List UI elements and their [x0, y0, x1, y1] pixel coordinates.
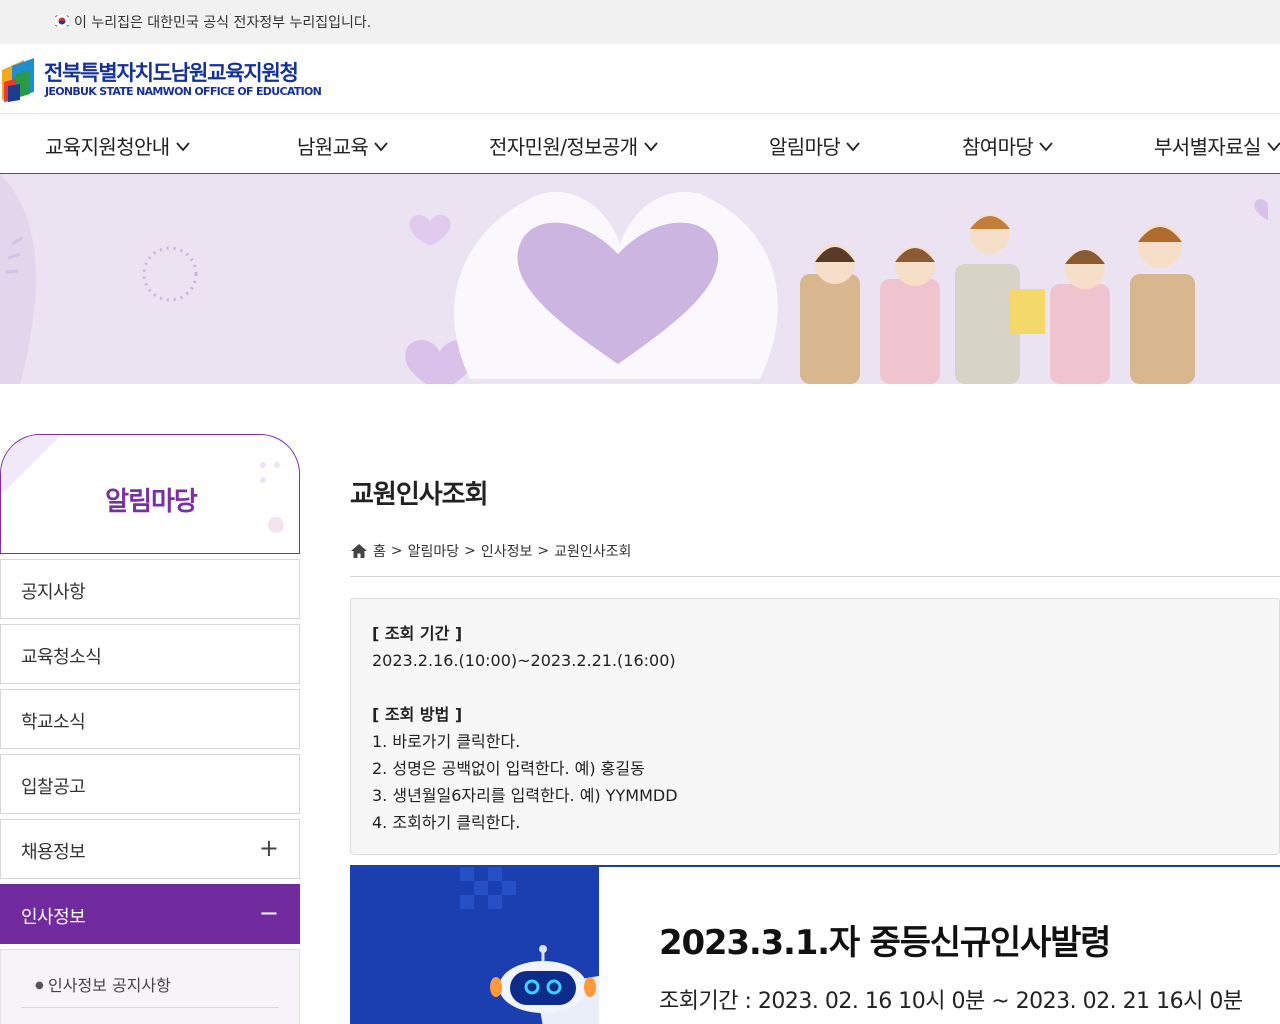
logo-english-text: JEONBUK STATE NAMWON OFFICE OF EDUCATION	[45, 85, 322, 98]
breadcrumb-separator: >	[464, 543, 476, 559]
gnb-item-label: 알림마당	[769, 135, 841, 159]
logo-mark-icon	[2, 58, 34, 102]
side-nav-item-bids[interactable]: 입찰공고	[0, 754, 300, 814]
method-step: 2. 성명은 공백없이 입력한다. 예) 홍길동	[372, 759, 645, 778]
notice-period: 조회기간 : 2023. 02. 16 10시 0분 ~ 2023. 02. 2…	[659, 989, 1243, 1014]
personnel-notice-card[interactable]: 2023.3.1.자 중등신규인사발령 조회기간 : 2023. 02. 16 …	[350, 865, 1280, 1024]
method-step: 3. 생년월일6자리를 입력한다. 예) YYMMDD	[372, 786, 678, 805]
side-nav-item-personnel[interactable]: 인사정보 −	[0, 884, 300, 944]
robot-illustration	[350, 867, 599, 1024]
global-nav: 교육지원청안내 남원교육 전자민원/정보공개 알림마당 참여마당 부서별자료실	[0, 115, 1280, 174]
method-step: 4. 조회하기 클릭한다.	[372, 813, 521, 832]
chevron-down-icon	[175, 141, 190, 151]
side-nav-item-label: 학교소식	[21, 712, 86, 733]
method-step: 1. 바로가기 클릭한다.	[372, 732, 521, 751]
gov-banner: 이 누리집은 대한민국 공식 전자정부 누리집입니다.	[0, 0, 1280, 44]
banner-illustration	[0, 174, 1280, 384]
breadcrumb-separator: >	[390, 543, 403, 559]
gnb-item-namwon-education[interactable]: 남원교육	[297, 131, 390, 160]
inquiry-info-box: [ 조회 기간 ] 2023.2.16.(10:00)~2023.2.21.(1…	[350, 598, 1280, 855]
period-heading: [ 조회 기간 ]	[372, 624, 463, 643]
period-value: 2023.2.16.(10:00)~2023.2.21.(16:00)	[372, 651, 676, 670]
side-nav-header: 알림마당	[0, 434, 300, 554]
chevron-down-icon	[643, 141, 658, 151]
expand-plus-icon[interactable]: +	[259, 834, 279, 862]
side-nav-title: 알림마당	[105, 487, 198, 517]
breadcrumb-item-home[interactable]: 홈	[373, 541, 386, 561]
breadcrumb-item-personnel[interactable]: 인사정보	[481, 541, 533, 561]
page-title: 교원인사조회	[350, 480, 489, 510]
side-nav-item-label: 입찰공고	[21, 777, 86, 798]
side-nav-item-label: 공지사항	[21, 582, 86, 603]
side-nav-item-school-news[interactable]: 학교소식	[0, 689, 300, 749]
gnb-item-label: 남원교육	[297, 135, 369, 159]
bullet-icon: ●	[35, 980, 44, 991]
gnb-item-participation[interactable]: 참여마당	[962, 131, 1055, 160]
breadcrumb-separator: >	[537, 543, 550, 559]
method-heading: [ 조회 방법 ]	[372, 705, 463, 724]
breadcrumb-item-current: 교원인사조회	[554, 544, 632, 560]
logo-korean-text: 전북특별자치도남원교육지원청	[44, 61, 299, 85]
gnb-item-notice-board[interactable]: 알림마당	[769, 131, 862, 160]
notice-thumbnail	[350, 867, 599, 1024]
side-nav-item-office-news[interactable]: 교육청소식	[0, 624, 300, 684]
chevron-down-icon	[1039, 141, 1053, 151]
breadcrumb: 홈 > 알림마당 > 인사정보 > 교원인사조회	[350, 541, 631, 561]
breadcrumb-item-notice-board[interactable]: 알림마당	[408, 541, 460, 561]
chevron-down-icon	[846, 141, 860, 151]
side-nav-subitem-label: 인사정보 공지사항	[48, 976, 171, 995]
gnb-item-label: 교육지원청안내	[45, 135, 170, 159]
gnb-item-label: 부서별자료실	[1154, 135, 1261, 159]
collapse-minus-icon[interactable]: −	[259, 899, 279, 927]
chevron-down-icon	[374, 141, 388, 151]
korea-flag-icon	[54, 13, 70, 29]
site-logo[interactable]: 전북특별자치도남원교육지원청 JEONBUK STATE NAMWON OFFI…	[2, 56, 332, 104]
side-nav-item-label: 인사정보	[21, 907, 86, 928]
title-divider	[350, 576, 1280, 577]
sub-visual-banner	[0, 174, 1280, 384]
notice-title[interactable]: 2023.3.1.자 중등신규인사발령	[659, 915, 1111, 964]
gnb-item-department-archive[interactable]: 부서별자료실	[1154, 131, 1280, 160]
home-icon	[351, 544, 367, 558]
side-nav: 알림마당 공지사항 교육청소식 학교소식 입찰공고 채용정보 + 인사정보 − …	[0, 434, 300, 1024]
gnb-item-label: 전자민원/정보공개	[489, 135, 638, 159]
side-nav-item-recruitment[interactable]: 채용정보 +	[0, 819, 300, 879]
gnb-item-label: 참여마당	[962, 135, 1034, 159]
gov-banner-text: 이 누리집은 대한민국 공식 전자정부 누리집입니다.	[74, 15, 372, 31]
side-nav-item-label: 채용정보	[21, 842, 86, 863]
site-header: 전북특별자치도남원교육지원청 JEONBUK STATE NAMWON OFFI…	[0, 44, 1280, 114]
side-nav-item-label: 교육청소식	[21, 647, 102, 668]
chevron-down-icon	[1267, 141, 1280, 151]
side-nav-item-notices[interactable]: 공지사항	[0, 559, 300, 619]
gnb-item-office-guide[interactable]: 교육지원청안내	[45, 131, 192, 160]
side-nav-submenu: ● 인사정보 공지사항	[0, 949, 300, 1024]
side-nav-subitem-personnel-notices[interactable]: ● 인사정보 공지사항	[21, 970, 279, 1008]
gnb-item-civil-service[interactable]: 전자민원/정보공개	[489, 131, 660, 160]
